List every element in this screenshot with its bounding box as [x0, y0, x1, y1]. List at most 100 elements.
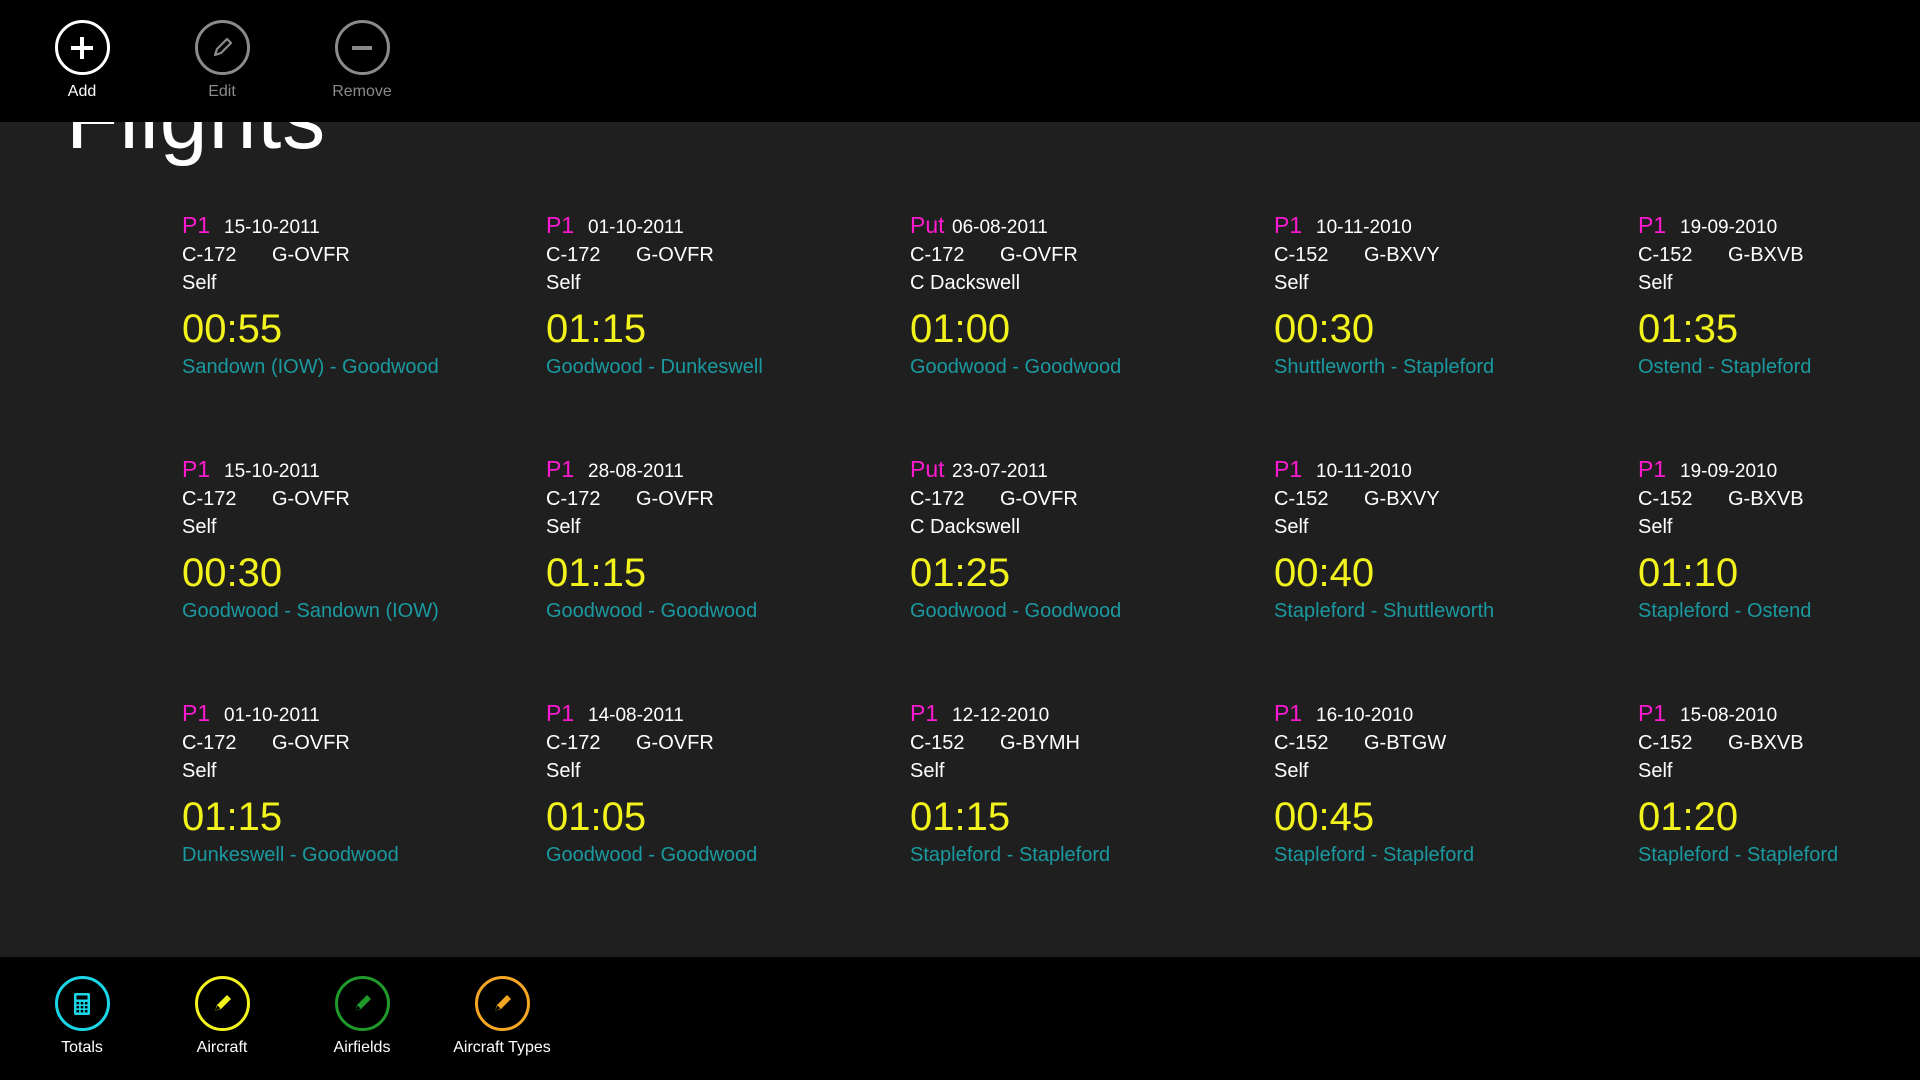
- flight-duration: 01:15: [182, 795, 283, 839]
- aircraft-type: C-152: [1274, 488, 1329, 510]
- flight-aircraft-row: C-172 G-OVFR: [910, 488, 1274, 516]
- flight-route: Goodwood - Sandown (IOW): [182, 600, 439, 622]
- flight-route: Sandown (IOW) - Goodwood: [182, 356, 439, 378]
- flight-tile[interactable]: P1 28-08-2011 C-172 G-OVFR Self 01:15 Goodwood…: [546, 456, 910, 700]
- flight-date: 15-08-2010: [1680, 705, 1778, 726]
- calculator-icon: [54, 976, 110, 1031]
- aircraft-registration: G-OVFR: [636, 732, 714, 754]
- flight-aircraft-row: C-172 G-OVFR: [182, 732, 546, 760]
- flight-duration: 01:00: [910, 307, 1011, 351]
- pilot-in-command: Self: [182, 516, 217, 538]
- flight-route: Goodwood - Goodwood: [546, 600, 758, 622]
- aircraft-registration: G-OVFR: [636, 244, 714, 266]
- pilot-in-command: Self: [1638, 516, 1673, 538]
- flight-header-row: P1 01-10-2011: [182, 700, 546, 730]
- flight-role: P1: [1274, 700, 1303, 726]
- flight-role: Put: [910, 456, 945, 482]
- flight-date: 19-09-2010: [1680, 217, 1778, 238]
- flight-duration: 01:20: [1638, 795, 1739, 839]
- flight-date: 01-10-2011: [224, 705, 320, 726]
- flight-aircraft-row: C-172 G-OVFR: [182, 244, 546, 272]
- flight-tile[interactable]: P1 15-10-2011 C-172 G-OVFR Self 00:30 Goodwood…: [182, 456, 546, 700]
- flight-aircraft-row: C-152 G-BXVB: [1638, 244, 1920, 272]
- aircraft-type: C-152: [1638, 488, 1693, 510]
- flight-tile[interactable]: Put 23-07-2011 C-172 G-OVFR C Dackswell 01:25…: [910, 456, 1274, 700]
- pilot-in-command: Self: [1274, 760, 1309, 782]
- aircraft-registration: G-OVFR: [1000, 488, 1078, 510]
- aircraft-type: C-172: [546, 732, 601, 754]
- flight-date: 14-08-2011: [588, 705, 684, 726]
- flight-header-row: P1 19-09-2010: [1638, 456, 1920, 486]
- flight-duration: 01:10: [1638, 551, 1739, 595]
- flight-aircraft-row: C-152 G-BXVY: [1274, 488, 1638, 516]
- flight-aircraft-row: C-172 G-OVFR: [546, 244, 910, 272]
- flight-tile[interactable]: P1 10-11-2010 C-152 G-BXVY Self 00:30 Shuttlew…: [1274, 212, 1638, 456]
- flight-route: Stapleford - Stapleford: [1274, 844, 1475, 866]
- flight-tile[interactable]: P1 19-09-2010 C-152 G-BXVB Self 01:10 Staplefo…: [1638, 456, 1920, 700]
- flight-date: 01-10-2011: [588, 217, 684, 238]
- flight-tile[interactable]: Put 06-08-2011 C-172 G-OVFR C Dackswell 01:00…: [910, 212, 1274, 456]
- flight-tile[interactable]: P1 14-08-2011 C-172 G-OVFR Self 01:05 Goodwood…: [546, 700, 910, 944]
- flight-tile[interactable]: P1 01-10-2011 C-172 G-OVFR Self 01:15 Dunkeswe…: [182, 700, 546, 944]
- remove-button[interactable]: Remove: [307, 20, 417, 101]
- add-button[interactable]: Add: [27, 20, 137, 101]
- flight-role: P1: [182, 700, 211, 726]
- aircraft-type: C-172: [546, 244, 601, 266]
- flight-route: Stapleford - Stapleford: [910, 844, 1111, 866]
- edit-button[interactable]: Edit: [167, 20, 277, 101]
- flights-grid: P1 15-10-2011 C-172 G-OVFR Self 00:55 Sandown …: [182, 212, 1882, 944]
- flight-tile[interactable]: P1 15-08-2010 C-152 G-BXVB Self 01:20 Staplefo…: [1638, 700, 1920, 944]
- aircraft-button[interactable]: Aircraft: [167, 976, 277, 1057]
- pilot-in-command: Self: [546, 760, 581, 782]
- pilot-in-command: C Dackswell: [910, 516, 1021, 538]
- pilot-in-command: Self: [1638, 272, 1673, 294]
- totals-button[interactable]: Totals: [27, 976, 137, 1057]
- flight-role: P1: [910, 700, 939, 726]
- flight-header-row: Put 23-07-2011: [910, 456, 1274, 486]
- flight-aircraft-row: C-172 G-OVFR: [910, 244, 1274, 272]
- pencil-icon: [474, 976, 530, 1031]
- flight-role: P1: [1274, 456, 1303, 482]
- aircraft-type: C-152: [1638, 732, 1693, 754]
- flight-route: Goodwood - Dunkeswell: [546, 356, 763, 378]
- flight-header-row: P1 10-11-2010: [1274, 212, 1638, 242]
- minus-icon: [334, 20, 390, 75]
- flight-header-row: P1 15-10-2011: [182, 212, 546, 242]
- pilot-in-command: Self: [182, 760, 217, 782]
- flight-header-row: P1 15-08-2010: [1638, 700, 1920, 730]
- flight-header-row: P1 15-10-2011: [182, 456, 546, 486]
- flight-route: Shuttleworth - Stapleford: [1274, 356, 1495, 378]
- flight-aircraft-row: C-152 G-BYMH: [910, 732, 1274, 760]
- flight-duration: 00:45: [1274, 795, 1375, 839]
- aircraft-registration: G-BXVB: [1728, 732, 1804, 754]
- flight-tile[interactable]: P1 12-12-2010 C-152 G-BYMH Self 01:15 Staplefo…: [910, 700, 1274, 944]
- aircraft-type: C-152: [1638, 244, 1693, 266]
- flight-tile[interactable]: P1 16-10-2010 C-152 G-BTGW Self 00:45 Staplefo…: [1274, 700, 1638, 944]
- flight-header-row: P1 19-09-2010: [1638, 212, 1920, 242]
- flight-tile[interactable]: P1 10-11-2010 C-152 G-BXVY Self 00:40 Staplefo…: [1274, 456, 1638, 700]
- flight-tile[interactable]: P1 19-09-2010 C-152 G-BXVB Self 01:35 Ostend -…: [1638, 212, 1920, 456]
- flight-header-row: Put 06-08-2011: [910, 212, 1274, 242]
- flight-duration: 01:35: [1638, 307, 1739, 351]
- flight-route: Goodwood - Goodwood: [910, 356, 1122, 378]
- flight-route: Dunkeswell - Goodwood: [182, 844, 399, 866]
- aircraft-type: C-152: [1274, 732, 1329, 754]
- aircraft-types-button[interactable]: Aircraft Types: [447, 976, 557, 1057]
- flight-role: P1: [546, 456, 575, 482]
- aircraft-registration: G-BXVY: [1364, 488, 1440, 510]
- flights-page: Flights Add Edit Remove P115-10-2011C-17…: [0, 0, 1920, 1080]
- aircraft-registration: G-BXVB: [1728, 244, 1804, 266]
- flight-role: P1: [546, 700, 575, 726]
- pilot-in-command: Self: [546, 272, 581, 294]
- aircraft-type: C-172: [182, 488, 237, 510]
- flight-tile[interactable]: P1 15-10-2011 C-172 G-OVFR Self 00:55 Sandown …: [182, 212, 546, 456]
- flight-role: P1: [1274, 212, 1303, 238]
- flight-tile[interactable]: P1 01-10-2011 C-172 G-OVFR Self 01:15 Goodwood…: [546, 212, 910, 456]
- airfields-button[interactable]: Airfields: [307, 976, 417, 1057]
- flight-date: 16-10-2010: [1316, 705, 1414, 726]
- remove-button-label: Remove: [332, 83, 392, 100]
- pilot-in-command: Self: [546, 516, 581, 538]
- flight-duration: 01:15: [546, 551, 647, 595]
- aircraft-registration: G-OVFR: [636, 488, 714, 510]
- aircraft-type: C-172: [182, 244, 237, 266]
